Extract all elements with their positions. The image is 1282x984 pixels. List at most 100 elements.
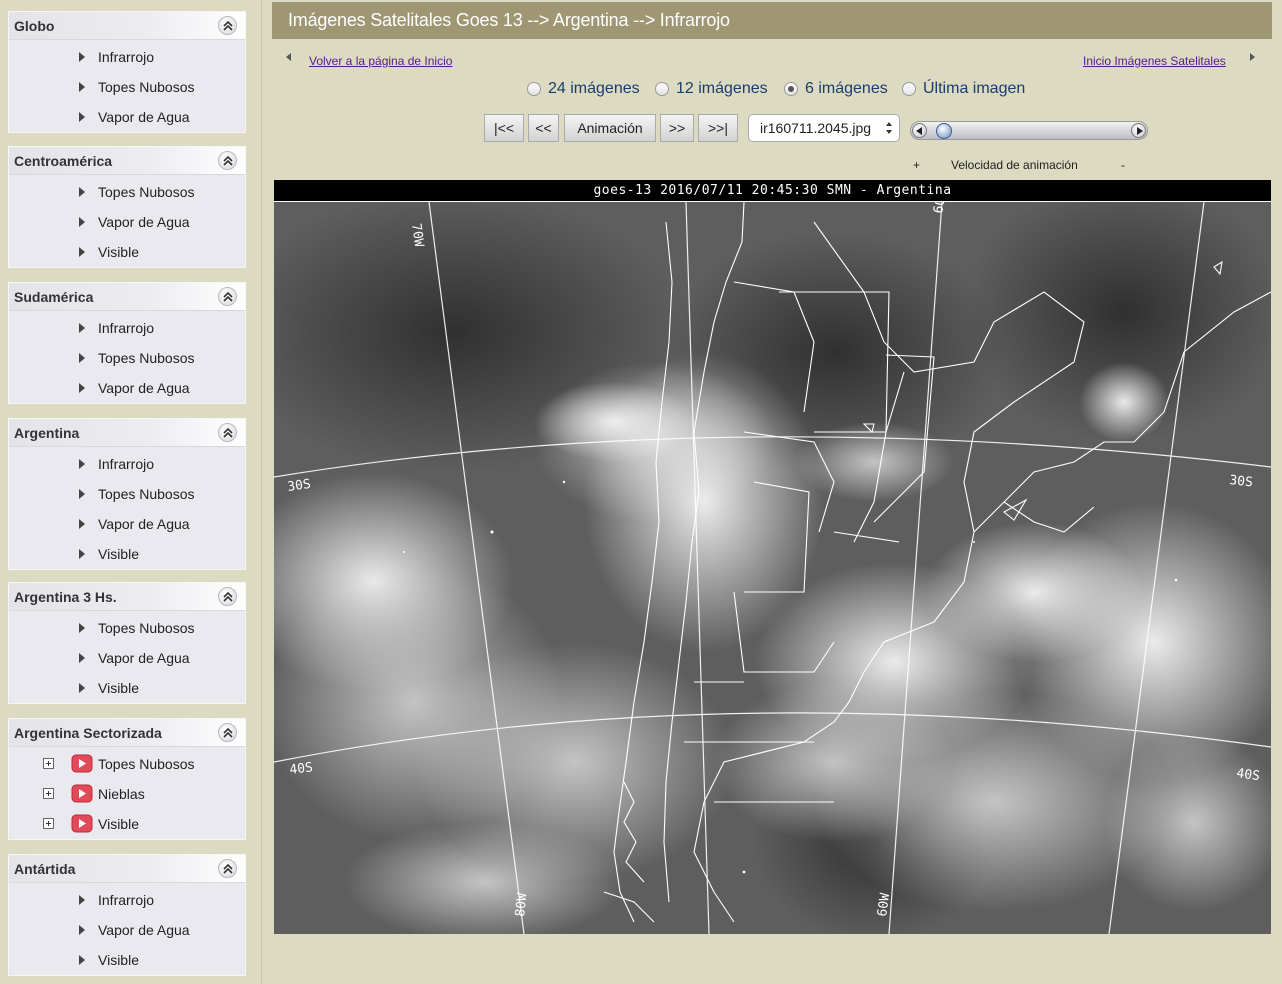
speed-decrease[interactable]: - xyxy=(1121,158,1125,172)
sidebar-item-topes-nubosos[interactable]: Topes Nubosos xyxy=(9,749,245,779)
radio-label: 12 imágenes xyxy=(676,80,768,97)
panel-header[interactable]: Argentina xyxy=(9,419,245,447)
panel-title: Argentina xyxy=(14,425,80,441)
panel-title: Argentina 3 Hs. xyxy=(14,589,117,605)
triangle-right-icon xyxy=(79,549,85,559)
radio-12-images[interactable]: 12 imágenes xyxy=(655,79,768,99)
radio-button[interactable] xyxy=(655,82,669,96)
panel-header[interactable]: Antártida xyxy=(9,855,245,883)
slider-right-arrow-icon[interactable] xyxy=(1131,123,1146,138)
expand-plus-icon[interactable] xyxy=(43,758,54,769)
sidebar-item-visible[interactable]: Visible xyxy=(9,673,245,703)
triangle-right-icon xyxy=(79,323,85,333)
forward-arrow-icon xyxy=(1250,53,1255,61)
sidebar-item-label: Vapor de Agua xyxy=(98,922,190,938)
next-frame-button[interactable]: >> xyxy=(660,114,694,142)
sidebar-item-visible[interactable]: Visible xyxy=(9,809,245,839)
sidebar-item-infrarrojo[interactable]: Infrarrojo xyxy=(9,313,245,343)
expand-plus-icon[interactable] xyxy=(43,818,54,829)
speed-label: Velocidad de animación xyxy=(951,158,1078,172)
triangle-right-icon xyxy=(79,112,85,122)
sidebar-item-nieblas[interactable]: Nieblas xyxy=(9,779,245,809)
sidebar-item-label: Visible xyxy=(98,244,139,260)
sidebar-item-label: Visible xyxy=(98,546,139,562)
triangle-right-icon xyxy=(79,217,85,227)
panel-title: Antártida xyxy=(14,861,76,877)
sidebar-item-topes-nubosos[interactable]: Topes Nubosos xyxy=(9,613,245,643)
selected-file: ir160711.2045.jpg xyxy=(760,120,872,136)
panel-title: Centroamérica xyxy=(14,153,113,169)
radio-24-images[interactable]: 24 imágenes xyxy=(527,79,640,99)
radio-last-image[interactable]: Última imagen xyxy=(902,79,1025,99)
sidebar-item-infrarrojo[interactable]: Infrarrojo xyxy=(9,42,245,72)
triangle-right-icon xyxy=(79,82,85,92)
sidebar-item-vapor-de-agua[interactable]: Vapor de Agua xyxy=(9,509,245,539)
sidebar-item-topes-nubosos[interactable]: Topes Nubosos xyxy=(9,479,245,509)
panel-header[interactable]: Centroamérica xyxy=(9,147,245,175)
prev-frame-button[interactable]: << xyxy=(528,114,559,142)
radio-6-images[interactable]: 6 imágenes xyxy=(784,79,888,99)
radio-button-checked[interactable] xyxy=(784,82,798,96)
sidebar-item-label: Topes Nubosos xyxy=(98,184,195,200)
panel-header[interactable]: Sudamérica xyxy=(9,283,245,311)
sidebar-item-topes-nubosos[interactable]: Topes Nubosos xyxy=(9,72,245,102)
sidebar-item-visible[interactable]: Visible xyxy=(9,945,245,975)
sidebar-item-label: Vapor de Agua xyxy=(98,516,190,532)
panel-header[interactable]: Argentina 3 Hs. xyxy=(9,583,245,611)
sidebar-item-infrarrojo[interactable]: Infrarrojo xyxy=(9,449,245,479)
collapse-icon[interactable] xyxy=(218,587,237,606)
sidebar-item-topes-nubosos[interactable]: Topes Nubosos xyxy=(9,343,245,373)
sidebar-item-topes-nubosos[interactable]: Topes Nubosos xyxy=(9,177,245,207)
slider-thumb[interactable] xyxy=(936,123,953,139)
collapse-icon[interactable] xyxy=(218,423,237,442)
panel-sudamerica: Sudamérica Infrarrojo Topes Nubosos Vapo… xyxy=(8,282,246,404)
sidebar-item-vapor-de-agua[interactable]: Vapor de Agua xyxy=(9,643,245,673)
frame-slider[interactable] xyxy=(910,121,1148,140)
panel-title: Sudamérica xyxy=(14,289,94,305)
collapse-icon[interactable] xyxy=(218,723,237,742)
grid-label-80w: 80W xyxy=(513,892,530,917)
sidebar-item-vapor-de-agua[interactable]: Vapor de Agua xyxy=(9,915,245,945)
collapse-icon[interactable] xyxy=(218,859,237,878)
speed-increase[interactable]: + xyxy=(913,158,920,172)
last-frame-button[interactable]: >>| xyxy=(698,114,738,142)
triangle-right-icon xyxy=(79,353,85,363)
radio-button[interactable] xyxy=(527,82,541,96)
first-frame-button[interactable]: |<< xyxy=(484,114,524,142)
radio-label: 24 imágenes xyxy=(548,80,640,97)
sidebar-item-visible[interactable]: Visible xyxy=(9,237,245,267)
sidebar-item-label: Visible xyxy=(98,680,139,696)
sidebar-item-vapor-de-agua[interactable]: Vapor de Agua xyxy=(9,102,245,132)
triangle-right-icon xyxy=(79,459,85,469)
sidebar-item-label: Vapor de Agua xyxy=(98,109,190,125)
panel-argentina-3hs: Argentina 3 Hs. Topes Nubosos Vapor de A… xyxy=(8,582,246,704)
panel-header[interactable]: Argentina Sectorizada xyxy=(9,719,245,747)
animation-button[interactable]: Animación xyxy=(564,114,656,142)
collapse-icon[interactable] xyxy=(218,287,237,306)
satellite-image: goes-13 2016/07/11 20:45:30 SMN - Argent… xyxy=(274,180,1271,934)
panel-header[interactable]: Globo xyxy=(9,12,245,40)
video-play-icon xyxy=(71,754,93,773)
panel-title: Globo xyxy=(14,18,55,34)
collapse-icon[interactable] xyxy=(218,16,237,35)
satellite-home-link[interactable]: Inicio Imágenes Satelitales xyxy=(1083,54,1226,68)
sidebar-item-label: Topes Nubosos xyxy=(98,79,195,95)
sidebar-item-label: Vapor de Agua xyxy=(98,380,190,396)
sidebar-item-vapor-de-agua[interactable]: Vapor de Agua xyxy=(9,207,245,237)
expand-plus-icon[interactable] xyxy=(43,788,54,799)
back-home-link[interactable]: Volver a la página de Inicio xyxy=(309,54,452,68)
sidebar-item-vapor-de-agua[interactable]: Vapor de Agua xyxy=(9,373,245,403)
panel-title: Argentina Sectorizada xyxy=(14,725,162,741)
image-file-select[interactable]: ir160711.2045.jpg xyxy=(748,114,900,142)
sidebar-item-visible[interactable]: Visible xyxy=(9,539,245,569)
slider-left-arrow-icon[interactable] xyxy=(912,123,927,138)
sidebar-item-label: Topes Nubosos xyxy=(98,350,195,366)
triangle-right-icon xyxy=(79,187,85,197)
sidebar-item-infrarrojo[interactable]: Infrarrojo xyxy=(9,885,245,915)
panel-antartida: Antártida Infrarrojo Vapor de Agua Visib… xyxy=(8,854,246,976)
sidebar-item-label: Nieblas xyxy=(98,786,145,802)
grid-label-40s-left: 40S xyxy=(289,760,314,778)
collapse-icon[interactable] xyxy=(218,151,237,170)
video-play-icon xyxy=(71,784,93,803)
radio-button[interactable] xyxy=(902,82,916,96)
